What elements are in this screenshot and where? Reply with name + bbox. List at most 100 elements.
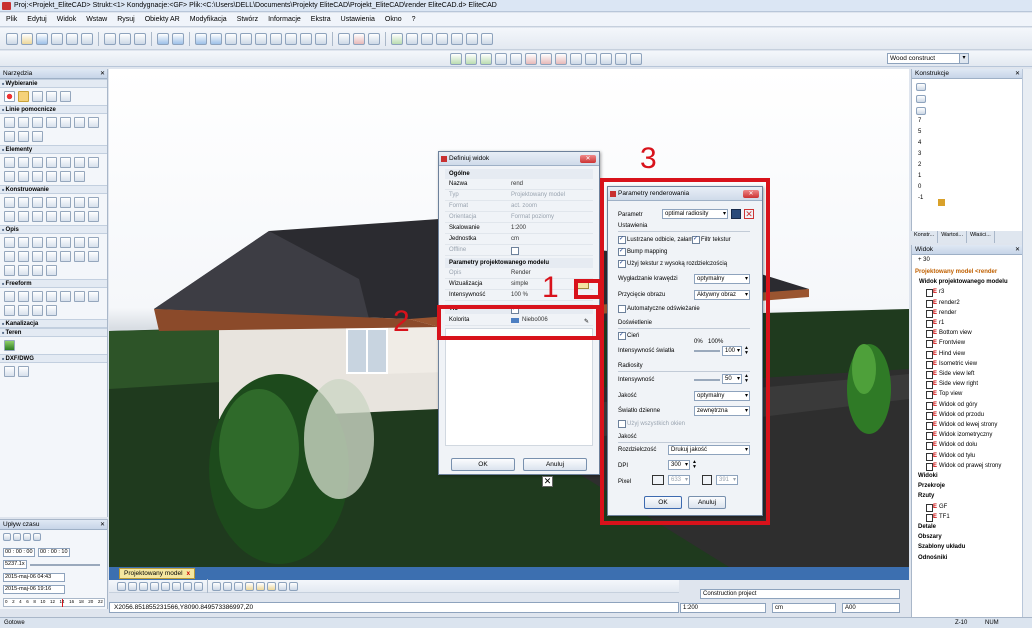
play-icon[interactable]: [3, 533, 11, 541]
menu-help[interactable]: ?: [412, 16, 416, 23]
section-dxf-dwg[interactable]: DXF/DWG: [0, 354, 107, 363]
tree-view-item[interactable]: Erender: [915, 308, 1022, 319]
lock-layer-icon[interactable]: [256, 581, 265, 591]
menu-edytuj[interactable]: Edytuj: [27, 16, 46, 23]
vertical-scrollbar[interactable]: [1022, 69, 1032, 617]
leader-icon[interactable]: [46, 265, 57, 276]
pick-icon[interactable]: [289, 581, 298, 591]
tree-group-details[interactable]: Detale: [915, 522, 1022, 532]
close-icon[interactable]: ✕: [1015, 245, 1020, 255]
section-opis[interactable]: Opis: [0, 225, 107, 234]
prop-row-unit[interactable]: Jednostka cm: [445, 234, 593, 245]
tree-root[interactable]: Projektowany model <render: [915, 267, 1022, 277]
tree-view-item[interactable]: Er1: [915, 318, 1022, 329]
snap-endpoint-icon[interactable]: [117, 581, 126, 591]
tree-view-item[interactable]: E Bottom view: [915, 328, 1022, 339]
section-freeform[interactable]: Freeform: [0, 279, 107, 288]
auto-dim-icon[interactable]: [32, 237, 43, 248]
loft-icon[interactable]: [32, 291, 43, 302]
cloud-icon[interactable]: [32, 265, 43, 276]
scale-field[interactable]: 1:200: [680, 603, 766, 613]
tree-view-item[interactable]: E Hind view: [915, 349, 1022, 359]
tree-view-item[interactable]: E Widok od lewej strony: [915, 420, 1022, 431]
roof-icon[interactable]: [540, 52, 552, 65]
view-iso-icon[interactable]: [315, 32, 327, 45]
prop-row-description[interactable]: Opis Render: [445, 268, 593, 279]
time-cursor[interactable]: [62, 599, 63, 607]
time-end-field[interactable]: 00 : 00 : 10: [38, 548, 70, 557]
close-button[interactable]: ✕: [580, 155, 596, 163]
snap-perpendicular-icon[interactable]: [161, 581, 170, 591]
dormer-tool-icon[interactable]: [74, 197, 85, 208]
railing-tool-icon[interactable]: [60, 211, 71, 222]
zoom-out-icon[interactable]: [210, 32, 222, 45]
paste-icon[interactable]: [134, 32, 146, 45]
tree-group-layout-templates[interactable]: Szablony układu: [915, 542, 1022, 552]
fillet-icon[interactable]: [88, 291, 99, 302]
structure-row[interactable]: 0: [918, 182, 923, 193]
cancel-icon[interactable]: [4, 91, 15, 102]
section-icon[interactable]: [481, 32, 493, 45]
opening-icon[interactable]: [600, 52, 612, 65]
slab-icon[interactable]: [465, 52, 477, 65]
structure-row[interactable]: -1: [918, 193, 923, 204]
tree-view-item[interactable]: E Widok od dołu: [915, 440, 1022, 451]
arrow-icon[interactable]: [4, 251, 15, 262]
prop-row-name[interactable]: Nazwa rend: [445, 179, 593, 190]
prop-row-format[interactable]: Format act. zoom: [445, 201, 593, 212]
redo-icon[interactable]: [172, 32, 184, 45]
copy-icon[interactable]: [119, 32, 131, 45]
layer-icon[interactable]: [421, 32, 433, 45]
tree-view-item[interactable]: E Side view left: [915, 369, 1022, 380]
open-file-icon[interactable]: [21, 32, 33, 45]
object-icon[interactable]: [615, 52, 627, 65]
menu-rysuj[interactable]: Rysuj: [117, 16, 135, 23]
marker-icon[interactable]: [60, 251, 71, 262]
structure-row[interactable]: 3: [918, 149, 923, 160]
dxf-export-icon[interactable]: [18, 366, 29, 377]
scale-bar-icon[interactable]: [74, 251, 85, 262]
tree-group-areas[interactable]: Obszary: [915, 532, 1022, 542]
zoom-window-icon[interactable]: [225, 32, 237, 45]
structure-row[interactable]: 1: [918, 171, 923, 182]
railing-icon[interactable]: [570, 52, 582, 65]
prop-row-visualization[interactable]: Wizualizacja simple: [445, 279, 593, 290]
speed-slider[interactable]: [30, 564, 100, 566]
furniture-tool-icon[interactable]: [74, 211, 85, 222]
shell-icon[interactable]: [74, 291, 85, 302]
record-icon[interactable]: [23, 533, 31, 541]
filter-icon[interactable]: [278, 581, 287, 591]
menu-okno[interactable]: Okno: [385, 16, 402, 23]
wall-tool-icon[interactable]: [4, 197, 15, 208]
hatch-icon[interactable]: [32, 251, 43, 262]
terrain-icon[interactable]: [4, 340, 15, 351]
circle-point-icon[interactable]: [88, 117, 99, 128]
grid-label-icon[interactable]: [4, 265, 15, 276]
arc-draw-icon[interactable]: [4, 171, 15, 182]
ring-icon[interactable]: [74, 157, 85, 168]
stop-icon[interactable]: [13, 533, 21, 541]
chamfer-icon[interactable]: [4, 305, 15, 316]
print-preview-icon[interactable]: [66, 32, 78, 45]
construction-type-select[interactable]: Wood construct ▾: [887, 53, 969, 64]
text-frame-icon[interactable]: [18, 237, 29, 248]
view-3d-icon[interactable]: [300, 32, 312, 45]
door-tool-icon[interactable]: [32, 211, 43, 222]
tab-projektowany-model[interactable]: Projektowany model x: [119, 568, 196, 579]
tree-group[interactable]: Widok projektowanego modelu: [915, 277, 1022, 287]
area-label-icon[interactable]: [18, 251, 29, 262]
structure-tool-icon[interactable]: [916, 83, 926, 91]
object-tool-icon[interactable]: [88, 211, 99, 222]
section-wybieranie[interactable]: Wybieranie: [0, 79, 107, 88]
curve-icon[interactable]: [18, 171, 29, 182]
tangent-icon[interactable]: [60, 117, 71, 128]
lock-group-icon[interactable]: [267, 581, 276, 591]
slab-tool-icon[interactable]: [18, 197, 29, 208]
spline-icon[interactable]: [32, 157, 43, 168]
structure-row[interactable]: 2: [918, 160, 923, 171]
prop-row-offline[interactable]: Offline: [445, 245, 593, 256]
view-front-icon[interactable]: [270, 32, 282, 45]
structure-tool-icon[interactable]: [916, 95, 926, 103]
wall-icon[interactable]: [450, 52, 462, 65]
structure-row[interactable]: 7: [918, 116, 923, 127]
